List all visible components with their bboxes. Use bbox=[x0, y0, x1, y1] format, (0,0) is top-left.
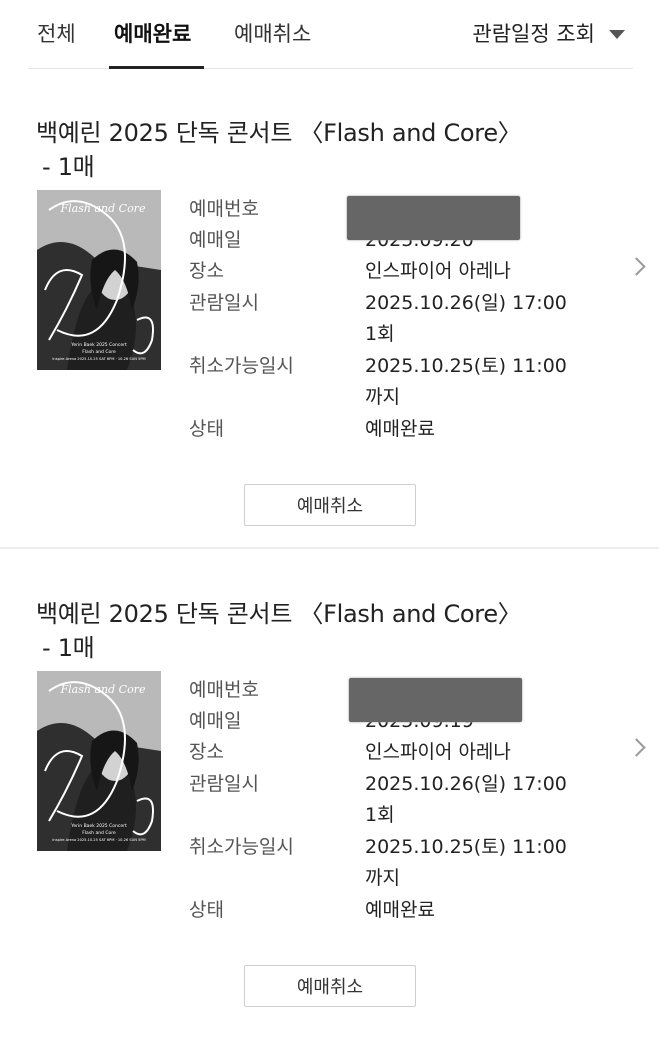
booking-date-label: 예매일 bbox=[189, 710, 242, 732]
concert-poster-image: Flash and Core Yerin Baek 2025 Concert F… bbox=[37, 671, 161, 851]
status-label: 상태 bbox=[189, 418, 224, 440]
show-datetime-label: 관람일시 bbox=[189, 292, 259, 314]
show-datetime-value: 2025.10.26(일) 17:00 1회 bbox=[365, 292, 567, 345]
status-value: 예매완료 bbox=[365, 899, 435, 921]
venue-row: 장소 인스파이어 아레나 bbox=[189, 256, 589, 287]
booking-no-label: 예매번호 bbox=[189, 198, 259, 220]
booking-title-line1: 백예린 2025 단독 콘서트 〈Flash and Core〉 bbox=[36, 119, 522, 147]
cancel-deadline-value: 2025.10.25(토) 11:00 까지 bbox=[365, 836, 567, 889]
status-row: 상태 예매완료 bbox=[189, 895, 589, 926]
booking-card[interactable]: 백예린 2025 단독 콘서트 〈Flash and Core〉 - 1매 Fl… bbox=[0, 100, 659, 570]
cancel-deadline-label: 취소가능일시 bbox=[189, 355, 294, 377]
tab-completed[interactable]: 예매완료 bbox=[114, 18, 191, 48]
poster-caption: Flash and Core bbox=[82, 349, 116, 355]
poster-title: Flash and Core bbox=[60, 683, 146, 696]
redacted-booking-number bbox=[347, 196, 520, 240]
cancel-deadline-row: 취소가능일시 2025.10.25(토) 11:00 까지 bbox=[189, 832, 589, 894]
booking-card[interactable]: 백예린 2025 단독 콘서트 〈Flash and Core〉 - 1매 Fl… bbox=[0, 581, 659, 1051]
chevron-right-icon[interactable] bbox=[627, 257, 646, 276]
card-divider bbox=[0, 547, 659, 549]
redacted-booking-number bbox=[349, 678, 522, 722]
tab-bar: 전체 예매완료 예매취소 관람일정 조회 bbox=[28, 0, 633, 69]
show-datetime-value: 2025.10.26(일) 17:00 1회 bbox=[365, 773, 567, 826]
poster-caption: Inspire Arena 2025.10.25 SAT 6PM · 10.26… bbox=[52, 838, 145, 842]
status-row: 상태 예매완료 bbox=[189, 414, 589, 445]
booking-date-label: 예매일 bbox=[189, 229, 242, 251]
booking-title: 백예린 2025 단독 콘서트 〈Flash and Core〉 - 1매 bbox=[36, 597, 596, 665]
active-tab-indicator bbox=[109, 66, 204, 69]
tab-all[interactable]: 전체 bbox=[37, 18, 76, 48]
caret-down-icon bbox=[609, 30, 625, 39]
booking-title-line1: 백예린 2025 단독 콘서트 〈Flash and Core〉 bbox=[36, 600, 522, 628]
cancel-booking-button[interactable]: 예매취소 bbox=[244, 965, 416, 1007]
booking-title-quantity: - 1매 bbox=[42, 634, 95, 662]
booking-no-label: 예매번호 bbox=[189, 679, 259, 701]
cancel-booking-button[interactable]: 예매취소 bbox=[244, 484, 416, 526]
status-value: 예매완료 bbox=[365, 418, 435, 440]
venue-label: 장소 bbox=[189, 741, 224, 763]
poster-caption: Flash and Core bbox=[82, 830, 116, 836]
poster-caption: Inspire Arena 2025.10.25 SAT 6PM · 10.26… bbox=[52, 357, 145, 361]
poster-title: Flash and Core bbox=[60, 202, 146, 215]
poster-caption: Yerin Baek 2025 Concert bbox=[70, 342, 127, 348]
venue-label: 장소 bbox=[189, 260, 224, 282]
concert-poster-image: Flash and Core Yerin Baek 2025 Concert F… bbox=[37, 190, 161, 370]
tab-cancelled[interactable]: 예매취소 bbox=[234, 18, 311, 48]
poster-caption: Yerin Baek 2025 Concert bbox=[70, 823, 127, 829]
venue-value: 인스파이어 아레나 bbox=[365, 741, 511, 763]
schedule-filter-dropdown[interactable]: 관람일정 조회 bbox=[472, 18, 625, 48]
venue-value: 인스파이어 아레나 bbox=[365, 260, 511, 282]
cancel-deadline-row: 취소가능일시 2025.10.25(토) 11:00 까지 bbox=[189, 351, 589, 413]
booking-title: 백예린 2025 단독 콘서트 〈Flash and Core〉 - 1매 bbox=[36, 116, 596, 184]
show-datetime-row: 관람일시 2025.10.26(일) 17:00 1회 bbox=[189, 288, 589, 350]
booking-title-quantity: - 1매 bbox=[42, 153, 95, 181]
show-datetime-row: 관람일시 2025.10.26(일) 17:00 1회 bbox=[189, 769, 589, 831]
venue-row: 장소 인스파이어 아레나 bbox=[189, 737, 589, 768]
chevron-right-icon[interactable] bbox=[627, 738, 646, 757]
status-label: 상태 bbox=[189, 899, 224, 921]
show-datetime-label: 관람일시 bbox=[189, 773, 259, 795]
schedule-filter-label: 관람일정 조회 bbox=[472, 22, 595, 46]
cancel-deadline-value: 2025.10.25(토) 11:00 까지 bbox=[365, 355, 567, 408]
cancel-deadline-label: 취소가능일시 bbox=[189, 836, 294, 858]
